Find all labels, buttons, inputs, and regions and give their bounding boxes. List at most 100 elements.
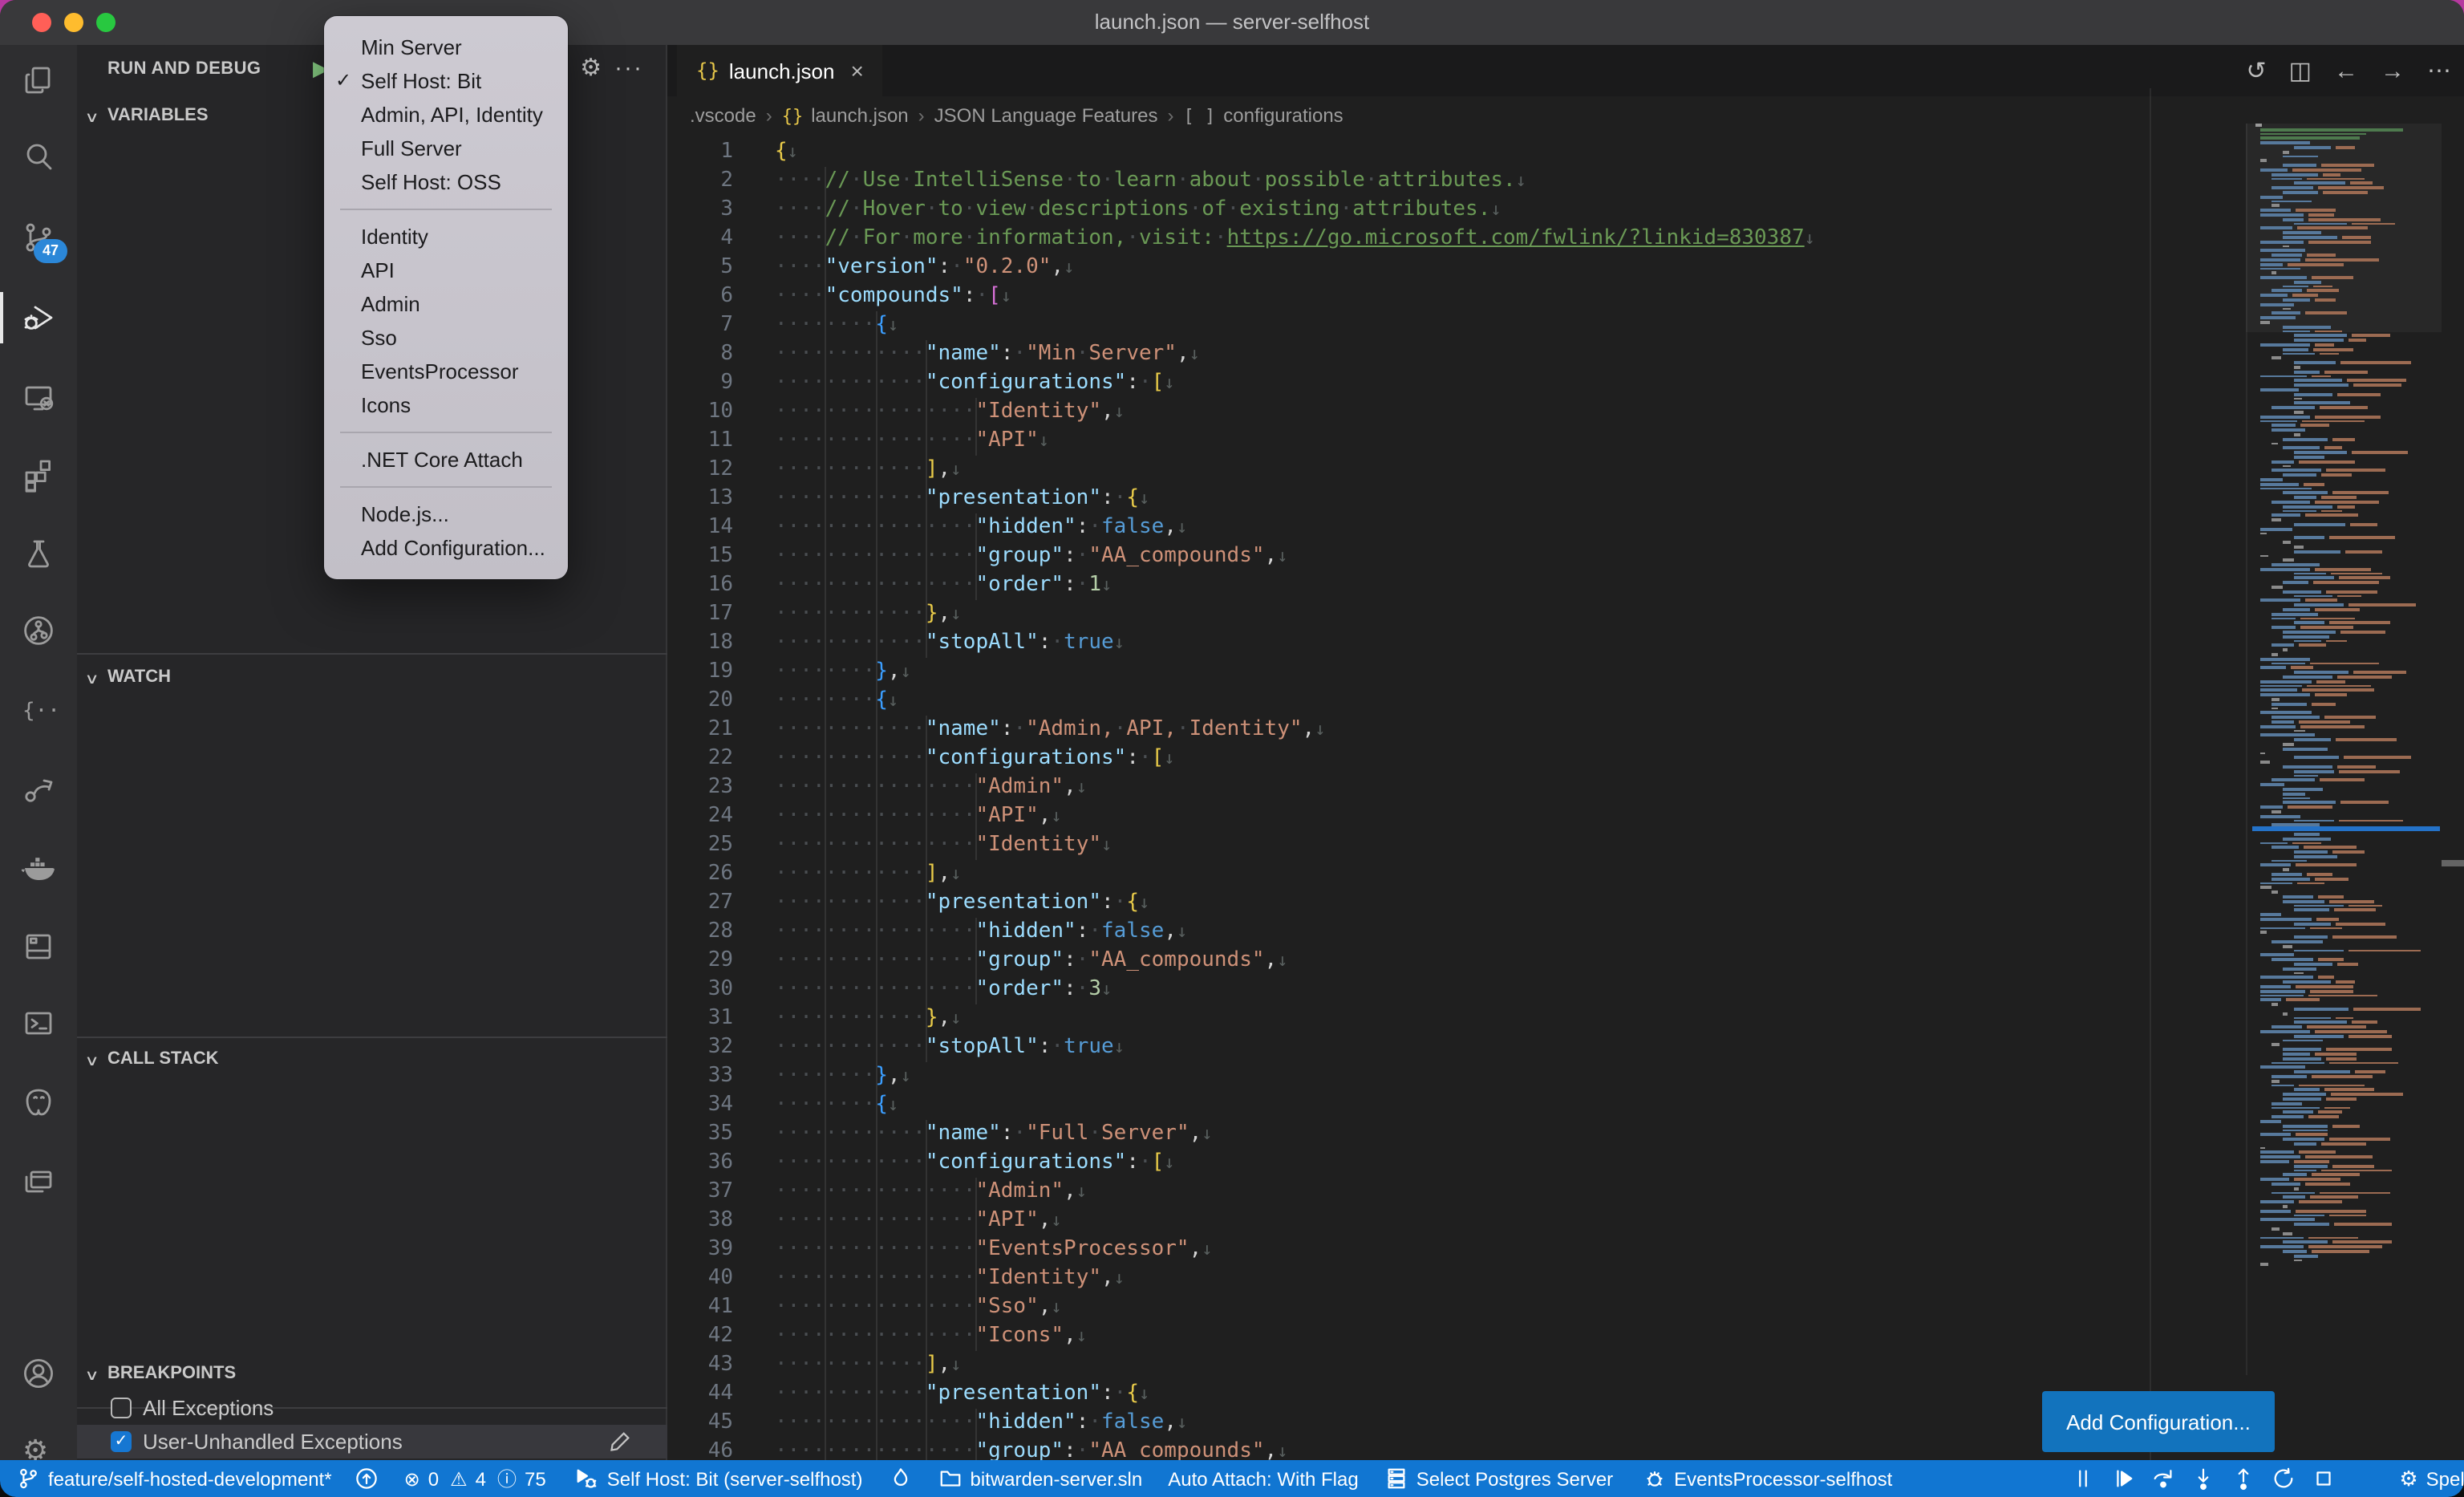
- status-item-spell[interactable]: ⚙Spell: [2399, 1466, 2464, 1491]
- line-number[interactable]: 9: [667, 368, 775, 397]
- status-item-eventsprocessor-selfhost[interactable]: EventsProcessor-selfhost: [1642, 1467, 1892, 1491]
- status-item-pause-icon[interactable]: [2070, 1467, 2094, 1491]
- postgres-icon[interactable]: [19, 1083, 58, 1122]
- testing-icon[interactable]: [19, 534, 58, 573]
- status-item-select-postgres-server[interactable]: Select Postgres Server: [1384, 1467, 1613, 1491]
- menu-item-min-server[interactable]: Min Server: [324, 30, 568, 64]
- line-number[interactable]: 13: [667, 484, 775, 513]
- line-number[interactable]: 1: [667, 137, 775, 166]
- line-number[interactable]: 27: [667, 888, 775, 917]
- line-number[interactable]: 5: [667, 253, 775, 282]
- line-number[interactable]: 44: [667, 1379, 775, 1408]
- line-number[interactable]: 15: [667, 542, 775, 570]
- status-item-4[interactable]: ⚠4: [450, 1467, 486, 1490]
- terminal-icon[interactable]: [19, 1004, 58, 1043]
- line-number[interactable]: 40: [667, 1264, 775, 1292]
- menu-item-identity[interactable]: Identity: [324, 220, 568, 254]
- line-number[interactable]: 36: [667, 1148, 775, 1177]
- status-item-0[interactable]: ⊗0: [404, 1467, 440, 1490]
- line-number[interactable]: 7: [667, 310, 775, 339]
- live-share-icon[interactable]: [19, 770, 58, 809]
- status-item-75[interactable]: ⓘ75: [497, 1465, 546, 1492]
- line-number[interactable]: 29: [667, 946, 775, 975]
- status-item-bitwarden-server-sln[interactable]: bitwarden-server.sln: [938, 1467, 1142, 1491]
- line-number[interactable]: 10: [667, 397, 775, 426]
- status-item-step-out-icon[interactable]: [2231, 1467, 2255, 1491]
- section-header-variables[interactable]: VARIABLES: [107, 106, 209, 125]
- line-number[interactable]: 24: [667, 801, 775, 830]
- menu-item-node-js-[interactable]: Node.js...: [324, 497, 568, 531]
- line-number[interactable]: 14: [667, 513, 775, 542]
- menu-item-admin-api-identity[interactable]: Admin, API, Identity: [324, 98, 568, 132]
- menu-item-self-host-bit[interactable]: ✓Self Host: Bit: [324, 64, 568, 98]
- line-number[interactable]: 43: [667, 1350, 775, 1379]
- add-configuration-button[interactable]: Add Configuration...: [2042, 1391, 2275, 1452]
- line-number[interactable]: 41: [667, 1292, 775, 1321]
- extensions-icon[interactable]: [19, 456, 58, 494]
- status-item-self-host-bit-server-selfhost-[interactable]: Self Host: Bit (server-selfhost): [575, 1467, 863, 1491]
- menu-item-api[interactable]: API: [324, 254, 568, 287]
- section-header-breakpoints[interactable]: BREAKPOINTS: [107, 1364, 236, 1383]
- line-number[interactable]: 6: [667, 282, 775, 310]
- remote-explorer-icon[interactable]: [19, 379, 58, 417]
- line-number[interactable]: 32: [667, 1032, 775, 1061]
- line-number[interactable]: 23: [667, 773, 775, 801]
- line-number[interactable]: 46: [667, 1437, 775, 1460]
- line-number[interactable]: 3: [667, 195, 775, 224]
- docker-icon[interactable]: [19, 849, 58, 887]
- line-number[interactable]: 35: [667, 1119, 775, 1148]
- line-number[interactable]: 33: [667, 1061, 775, 1090]
- line-number[interactable]: 18: [667, 628, 775, 657]
- line-number[interactable]: 31: [667, 1004, 775, 1032]
- status-item-flame-icon[interactable]: [888, 1467, 912, 1491]
- line-number[interactable]: 39: [667, 1235, 775, 1264]
- line-number[interactable]: 4: [667, 224, 775, 253]
- minimap[interactable]: [2246, 124, 2443, 1375]
- line-number[interactable]: 11: [667, 426, 775, 455]
- line-number[interactable]: 28: [667, 917, 775, 946]
- status-item-stop-icon[interactable]: [2311, 1467, 2335, 1491]
- menu-item-add-configuration-[interactable]: Add Configuration...: [324, 531, 568, 565]
- line-number[interactable]: 20: [667, 686, 775, 715]
- status-item-step-into-icon[interactable]: [2190, 1467, 2215, 1491]
- line-number[interactable]: 30: [667, 975, 775, 1004]
- run-debug-icon[interactable]: [19, 298, 58, 337]
- storage-icon[interactable]: [19, 927, 58, 966]
- menu-item-eventsprocessor[interactable]: EventsProcessor: [324, 355, 568, 388]
- status-item-step-over-icon[interactable]: [2150, 1467, 2174, 1491]
- line-number[interactable]: 8: [667, 339, 775, 368]
- line-number[interactable]: 12: [667, 455, 775, 484]
- pencil-icon[interactable]: [608, 1430, 632, 1462]
- breakpoint-checkbox[interactable]: ✓: [111, 1431, 132, 1452]
- menu-item-icons[interactable]: Icons: [324, 388, 568, 422]
- windows-icon[interactable]: [19, 1162, 58, 1200]
- breakpoint-checkbox[interactable]: [111, 1398, 132, 1418]
- line-number[interactable]: 16: [667, 570, 775, 599]
- line-number[interactable]: 34: [667, 1090, 775, 1119]
- status-item-auto-attach-with-flag[interactable]: Auto Attach: With Flag: [1168, 1467, 1358, 1490]
- status-item-feature-self-hosted-developmen[interactable]: feature/self-hosted-development*: [16, 1467, 332, 1491]
- views-more-icon[interactable]: ···: [614, 53, 643, 85]
- breakpoint-row[interactable]: All Exceptions: [77, 1391, 667, 1425]
- search-icon[interactable]: [19, 138, 58, 176]
- status-item-restart-icon[interactable]: [2271, 1467, 2295, 1491]
- menu-item-sso[interactable]: Sso: [324, 321, 568, 355]
- explorer-icon[interactable]: [19, 61, 58, 99]
- line-number[interactable]: 19: [667, 657, 775, 686]
- line-number[interactable]: 38: [667, 1206, 775, 1235]
- line-number[interactable]: 45: [667, 1408, 775, 1437]
- line-number[interactable]: 2: [667, 166, 775, 195]
- line-number[interactable]: 26: [667, 859, 775, 888]
- line-number[interactable]: 21: [667, 715, 775, 744]
- line-number[interactable]: 22: [667, 744, 775, 773]
- line-number[interactable]: 25: [667, 830, 775, 859]
- line-number[interactable]: 42: [667, 1321, 775, 1350]
- breakpoint-row[interactable]: ✓User-Unhandled Exceptions: [77, 1425, 667, 1458]
- menu-item-admin[interactable]: Admin: [324, 287, 568, 321]
- braces-extension-icon[interactable]: {··}: [19, 690, 58, 728]
- status-item-continue-icon[interactable]: [2110, 1467, 2134, 1491]
- line-number[interactable]: 17: [667, 599, 775, 628]
- menu-item-full-server[interactable]: Full Server: [324, 132, 568, 165]
- code-editor[interactable]: 1{↓2····//·Use·IntelliSense·to·learn·abo…: [667, 45, 2464, 1460]
- line-number[interactable]: 37: [667, 1177, 775, 1206]
